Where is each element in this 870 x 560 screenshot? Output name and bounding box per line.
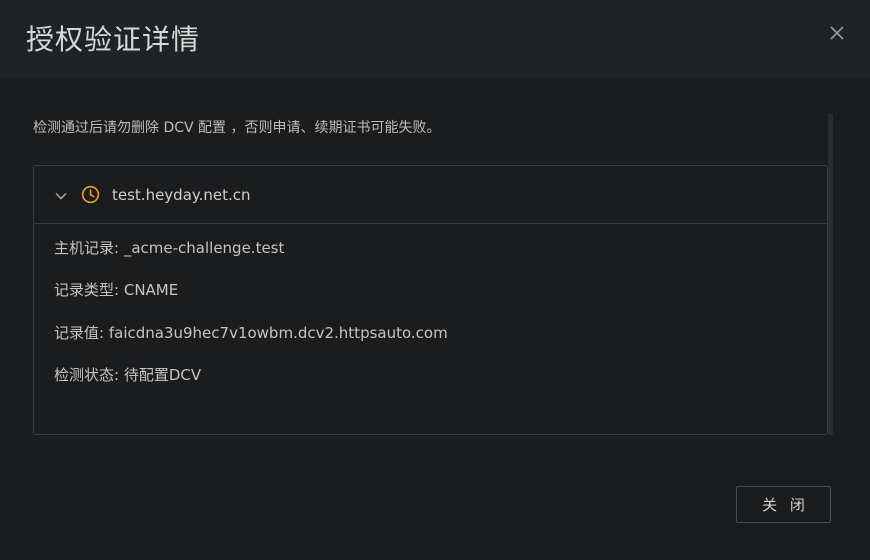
clock-icon [81, 185, 100, 204]
chevron-down-icon[interactable] [54, 188, 68, 202]
record-row-value: 记录值: faicdna3u9hec7v1owbm.dcv2.httpsauto… [54, 323, 448, 343]
record-value: CNAME [123, 281, 179, 299]
record-value: 待配置DCV [123, 366, 202, 384]
dialog-body: 检测通过后请勿删除 DCV 配置 ，否则申请、续期证书可能失败。 test.he… [0, 78, 870, 560]
domain-name: test.heyday.net.cn [112, 186, 251, 204]
auth-verification-dialog: 授权验证详情 检测通过后请勿删除 DCV 配置 ，否则申请、续期证书可能失败。 [0, 0, 870, 560]
record-row-type: 记录类型: CNAME [54, 280, 178, 300]
record-row-host: 主机记录: _acme-challenge.test [54, 238, 284, 258]
record-value: _acme-challenge.test [123, 239, 285, 257]
close-icon[interactable] [826, 22, 848, 44]
dcv-notice-text: 检测通过后请勿删除 DCV 配置 ，否则申请、续期证书可能失败。 [33, 120, 441, 136]
close-button[interactable]: 关 闭 [736, 486, 831, 523]
record-label: 记录类型: [54, 281, 120, 299]
record-value: faicdna3u9hec7v1owbm.dcv2.httpsauto.com [108, 324, 448, 342]
dialog-title: 授权验证详情 [26, 23, 201, 56]
dialog-header: 授权验证详情 [0, 0, 870, 78]
record-label: 主机记录: [54, 239, 120, 257]
scrollbar[interactable] [828, 114, 833, 435]
record-label: 检测状态: [54, 366, 120, 384]
domain-verification-panel: test.heyday.net.cn 主机记录: _acme-challenge… [33, 165, 828, 435]
record-label: 记录值: [54, 324, 105, 342]
record-row-status: 检测状态: 待配置DCV [54, 365, 201, 385]
panel-header[interactable]: test.heyday.net.cn [34, 166, 827, 224]
